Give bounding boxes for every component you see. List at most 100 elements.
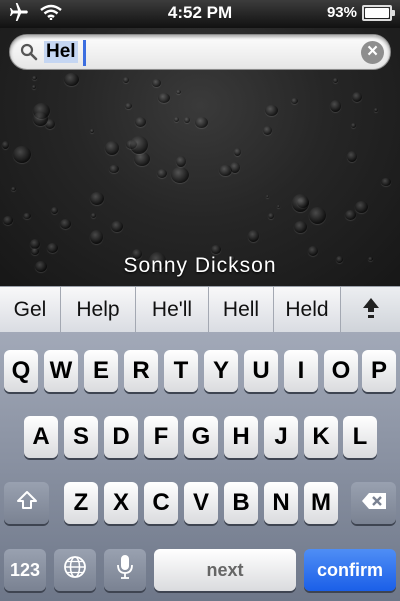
key-h[interactable]: H [224,416,258,458]
water-droplet [47,243,58,253]
key-v[interactable]: V [184,482,218,524]
water-droplet [3,216,13,225]
water-droplet [32,85,36,89]
watermark-text: Sonny Dickson [123,254,277,277]
key-j[interactable]: J [264,416,298,458]
water-droplet [195,117,208,128]
battery-percent: 93% [326,4,357,21]
key-m[interactable]: M [304,482,338,524]
water-droplet [11,187,16,191]
space-key[interactable]: next [154,549,296,591]
water-droplet [152,79,161,87]
search-field[interactable]: Hel × [9,34,391,70]
shift-icon [16,489,38,517]
water-droplet [157,169,167,178]
clear-search-button[interactable]: × [361,41,384,64]
water-droplet [135,117,146,127]
water-droplet [291,98,298,104]
water-droplet [248,230,259,242]
key-b[interactable]: B [224,482,258,524]
battery-level [365,7,389,18]
water-droplet [266,195,269,198]
water-droplet [90,192,104,205]
water-droplet [13,146,31,163]
water-droplet [60,219,71,229]
key-d[interactable]: D [104,416,138,458]
key-s[interactable]: S [64,416,98,458]
key-c[interactable]: C [144,482,178,524]
water-droplet [91,213,96,218]
water-droplet [355,201,368,213]
water-droplet [230,162,240,173]
key-l[interactable]: L [343,416,377,458]
suggestion-item[interactable]: Held [274,287,341,333]
delete-key[interactable] [351,482,396,524]
water-droplet [211,245,221,254]
globe-icon [63,555,87,586]
key-p[interactable]: P [362,350,396,392]
water-droplet [2,141,9,149]
water-droplet [330,100,341,112]
water-droplet [234,148,241,156]
key-g[interactable]: G [184,416,218,458]
key-t[interactable]: T [164,350,198,392]
water-droplet [125,103,132,109]
text-caret [83,40,86,66]
dictation-key[interactable] [104,549,146,591]
water-droplet [345,210,356,220]
suggestion-item[interactable]: He'll [136,287,209,333]
water-droplet [174,117,179,122]
key-w[interactable]: W [44,350,78,392]
suggestion-item[interactable]: Gel [0,287,61,333]
water-droplet [347,151,357,162]
water-droplet [90,129,94,133]
expand-arrow-icon [362,297,380,324]
water-droplet [105,141,119,155]
backspace-icon [361,489,387,517]
water-droplet [176,90,181,94]
key-u[interactable]: U [244,350,278,392]
water-droplet [109,165,119,173]
key-r[interactable]: R [124,350,158,392]
microphone-icon [116,554,134,587]
suggestion-bar: Gel Help He'll Hell Held [0,286,400,333]
water-droplet [265,105,278,116]
water-droplet [64,73,79,86]
keyboard: Q W E R T Y U I O P A S D F G H J K L Z … [0,332,400,601]
water-droplet [171,167,189,183]
shift-key[interactable] [4,482,49,524]
water-droplet [309,207,326,224]
water-droplet [184,117,190,123]
water-droplet [176,156,186,167]
key-i[interactable]: I [284,350,318,392]
water-droplet [381,178,391,186]
globe-key[interactable] [54,549,96,591]
water-droplet [294,221,307,233]
water-droplet [111,221,123,232]
water-droplet [158,93,170,103]
status-bar: 4:52 PM 93% [0,0,400,28]
key-y[interactable]: Y [204,350,238,392]
confirm-key[interactable]: confirm [304,549,396,591]
water-droplet [374,108,378,112]
water-droplet [33,112,48,126]
expand-suggestions-button[interactable] [341,287,400,333]
key-n[interactable]: N [264,482,298,524]
key-f[interactable]: F [144,416,178,458]
key-k[interactable]: K [304,416,338,458]
suggestion-item[interactable]: Hell [209,287,274,333]
key-e[interactable]: E [84,350,118,392]
water-droplet [333,78,338,83]
numbers-key[interactable]: 123 [4,549,46,591]
water-droplet [352,92,362,102]
key-z[interactable]: Z [64,482,98,524]
water-droplet [292,194,309,212]
suggestion-item[interactable]: Help [61,287,136,333]
key-x[interactable]: X [104,482,138,524]
key-a[interactable]: A [24,416,58,458]
water-droplet [268,213,274,219]
search-query-text[interactable]: Hel [44,41,78,63]
key-o[interactable]: O [324,350,358,392]
water-droplet [134,152,150,166]
key-q[interactable]: Q [4,350,38,392]
